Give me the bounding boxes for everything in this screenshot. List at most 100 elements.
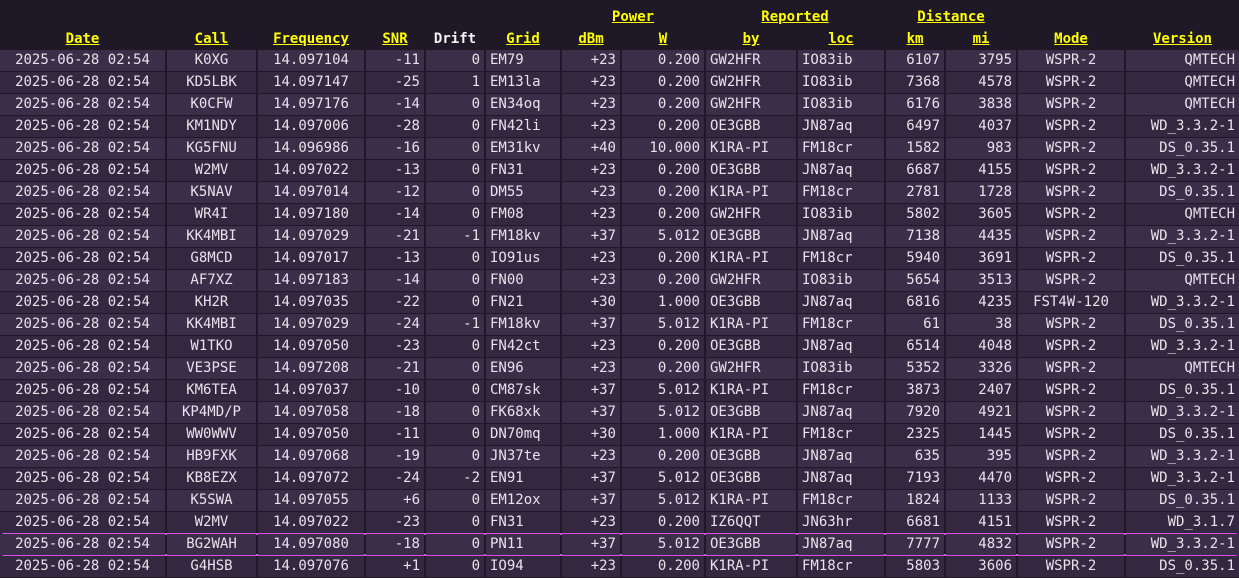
- table-row[interactable]: 2025-06-28 02:54 KK4MBI 14.097029 -21 -1 FM18…: [0, 226, 1239, 247]
- cell-version: DS_0.35.1: [1126, 182, 1239, 203]
- cell-call: K5NAV: [167, 182, 256, 203]
- cell-km: 6514: [886, 336, 944, 357]
- cell-loc: FM18cr: [798, 380, 884, 401]
- cell-loc: IO83ib: [798, 204, 884, 225]
- cell-drift: 0: [426, 336, 484, 357]
- cell-drift: -1: [426, 314, 484, 335]
- table-row[interactable]: 2025-06-28 02:54 W1TKO 14.097050 -23 0 FN42ct…: [0, 336, 1239, 357]
- cell-w: 0.200: [622, 556, 704, 577]
- table-row[interactable]: 2025-06-28 02:54 VE3PSE 14.097208 -21 0 EN96 +…: [0, 358, 1239, 379]
- table-row[interactable]: 2025-06-28 02:54 WR4I 14.097180 -14 0 FM08 +23…: [0, 204, 1239, 225]
- cell-version: WD_3.3.2-1: [1126, 468, 1239, 489]
- cell-drift: 0: [426, 490, 484, 511]
- cell-w: 5.012: [622, 314, 704, 335]
- col-header-w[interactable]: W: [622, 28, 704, 50]
- distance-group-header[interactable]: Distance: [886, 6, 1016, 28]
- col-header-call[interactable]: Call: [167, 28, 256, 50]
- cell-call: BG2WAH: [167, 534, 256, 555]
- cell-mode: WSPR-2: [1018, 248, 1124, 269]
- cell-w: 0.200: [622, 116, 704, 137]
- cell-km: 2325: [886, 424, 944, 445]
- cell-loc: JN87aq: [798, 292, 884, 313]
- cell-km: 7368: [886, 72, 944, 93]
- cell-km: 5654: [886, 270, 944, 291]
- cell-loc: FM18cr: [798, 138, 884, 159]
- table-row[interactable]: 2025-06-28 02:54 KH2R 14.097035 -22 0 FN21 +30…: [0, 292, 1239, 313]
- col-header-km[interactable]: km: [886, 28, 944, 50]
- cell-mode: WSPR-2: [1018, 270, 1124, 291]
- cell-drift: 0: [426, 94, 484, 115]
- col-header-dbm[interactable]: dBm: [562, 28, 620, 50]
- cell-frequency: 14.097080: [258, 534, 364, 555]
- table-row[interactable]: 2025-06-28 02:54 KP4MD/P 14.097058 -18 0 FK68…: [0, 402, 1239, 423]
- cell-call: G8MCD: [167, 248, 256, 269]
- cell-mode: WSPR-2: [1018, 94, 1124, 115]
- table-row[interactable]: 2025-06-28 02:54 KD5LBK 14.097147 -25 1 EM13l…: [0, 72, 1239, 93]
- table-row[interactable]: 2025-06-28 02:54 K5SWA 14.097055 +6 0 EM12ox +…: [0, 490, 1239, 511]
- cell-dbm: +37: [562, 314, 620, 335]
- table-row[interactable]: 2025-06-28 02:54 G4HSB 14.097076 +1 0 IO94 +23…: [0, 556, 1239, 577]
- col-header-loc[interactable]: loc: [798, 28, 884, 50]
- cell-loc: JN87aq: [798, 468, 884, 489]
- cell-mi: 3513: [946, 270, 1016, 291]
- cell-version: WD_3.3.2-1: [1126, 226, 1239, 247]
- col-header-frequency[interactable]: Frequency: [258, 28, 364, 50]
- col-header-snr[interactable]: SNR: [366, 28, 424, 50]
- table-row[interactable]: 2025-06-28 02:54 BG2WAH 14.097080 -18 0 PN11 +…: [0, 533, 1239, 556]
- cell-w: 1.000: [622, 292, 704, 313]
- reported-group-header[interactable]: Reported: [706, 6, 884, 28]
- cell-by: K1RA-PI: [706, 490, 796, 511]
- table-row[interactable]: 2025-06-28 02:54 K0XG 14.097104 -11 0 EM79 +23…: [0, 50, 1239, 71]
- cell-drift: 0: [426, 248, 484, 269]
- cell-date: 2025-06-28 02:54: [0, 182, 165, 203]
- cell-w: 5.012: [622, 490, 704, 511]
- cell-snr: -12: [366, 182, 424, 203]
- table-row[interactable]: 2025-06-28 02:54 KK4MBI 14.097029 -24 -1 FM18…: [0, 314, 1239, 335]
- table-row[interactable]: 2025-06-28 02:54 KM6TEA 14.097037 -10 0 CM87s…: [0, 380, 1239, 401]
- cell-date: 2025-06-28 02:54: [0, 534, 165, 555]
- cell-by: K1RA-PI: [706, 556, 796, 577]
- cell-call: W1TKO: [167, 336, 256, 357]
- table-row[interactable]: 2025-06-28 02:54 G8MCD 14.097017 -13 0 IO91us…: [0, 248, 1239, 269]
- col-header-grid[interactable]: Grid: [486, 28, 560, 50]
- table-row[interactable]: 2025-06-28 02:54 W2MV 14.097022 -23 0 FN31 +23…: [0, 512, 1239, 533]
- cell-dbm: +23: [562, 512, 620, 533]
- table-row[interactable]: 2025-06-28 02:54 K5NAV 14.097014 -12 0 DM55 +2…: [0, 182, 1239, 203]
- cell-grid: FK68xk: [486, 402, 560, 423]
- table-row[interactable]: 2025-06-28 02:54 KM1NDY 14.097006 -28 0 FN42l…: [0, 116, 1239, 137]
- table-row[interactable]: 2025-06-28 02:54 KB8EZX 14.097072 -24 -2 EN91…: [0, 468, 1239, 489]
- cell-mi: 4235: [946, 292, 1016, 313]
- cell-loc: JN87aq: [798, 226, 884, 247]
- cell-w: 5.012: [622, 380, 704, 401]
- cell-dbm: +23: [562, 270, 620, 291]
- col-header-mi[interactable]: mi: [946, 28, 1016, 50]
- cell-snr: -11: [366, 50, 424, 71]
- cell-w: 0.200: [622, 270, 704, 291]
- cell-dbm: +23: [562, 116, 620, 137]
- col-header-mode[interactable]: Mode: [1018, 28, 1124, 50]
- cell-drift: 0: [426, 182, 484, 203]
- table-row[interactable]: 2025-06-28 02:54 W2MV 14.097022 -13 0 FN31 +23…: [0, 160, 1239, 181]
- cell-by: K1RA-PI: [706, 314, 796, 335]
- cell-snr: -24: [366, 314, 424, 335]
- cell-date: 2025-06-28 02:54: [0, 358, 165, 379]
- cell-frequency: 14.097037: [258, 380, 364, 401]
- cell-mi: 4037: [946, 116, 1016, 137]
- cell-drift: 0: [426, 534, 484, 555]
- col-header-by[interactable]: by: [706, 28, 796, 50]
- cell-frequency: 14.097014: [258, 182, 364, 203]
- table-row[interactable]: 2025-06-28 02:54 HB9FXK 14.097068 -19 0 JN37t…: [0, 446, 1239, 467]
- power-group-header[interactable]: Power: [562, 6, 704, 28]
- table-row[interactable]: 2025-06-28 02:54 WW0WWV 14.097050 -11 0 DN70m…: [0, 424, 1239, 445]
- table-row[interactable]: 2025-06-28 02:54 AF7XZ 14.097183 -14 0 FN00 +2…: [0, 270, 1239, 291]
- cell-km: 635: [886, 446, 944, 467]
- cell-km: 3873: [886, 380, 944, 401]
- col-header-date[interactable]: Date: [0, 28, 165, 50]
- cell-mi: 1445: [946, 424, 1016, 445]
- col-header-version[interactable]: Version: [1126, 28, 1239, 50]
- cell-version: DS_0.35.1: [1126, 424, 1239, 445]
- table-row[interactable]: 2025-06-28 02:54 K0CFW 14.097176 -14 0 EN34oq…: [0, 94, 1239, 115]
- cell-snr: -18: [366, 402, 424, 423]
- table-row[interactable]: 2025-06-28 02:54 KG5FNU 14.096986 -16 0 EM31k…: [0, 138, 1239, 159]
- cell-km: 6816: [886, 292, 944, 313]
